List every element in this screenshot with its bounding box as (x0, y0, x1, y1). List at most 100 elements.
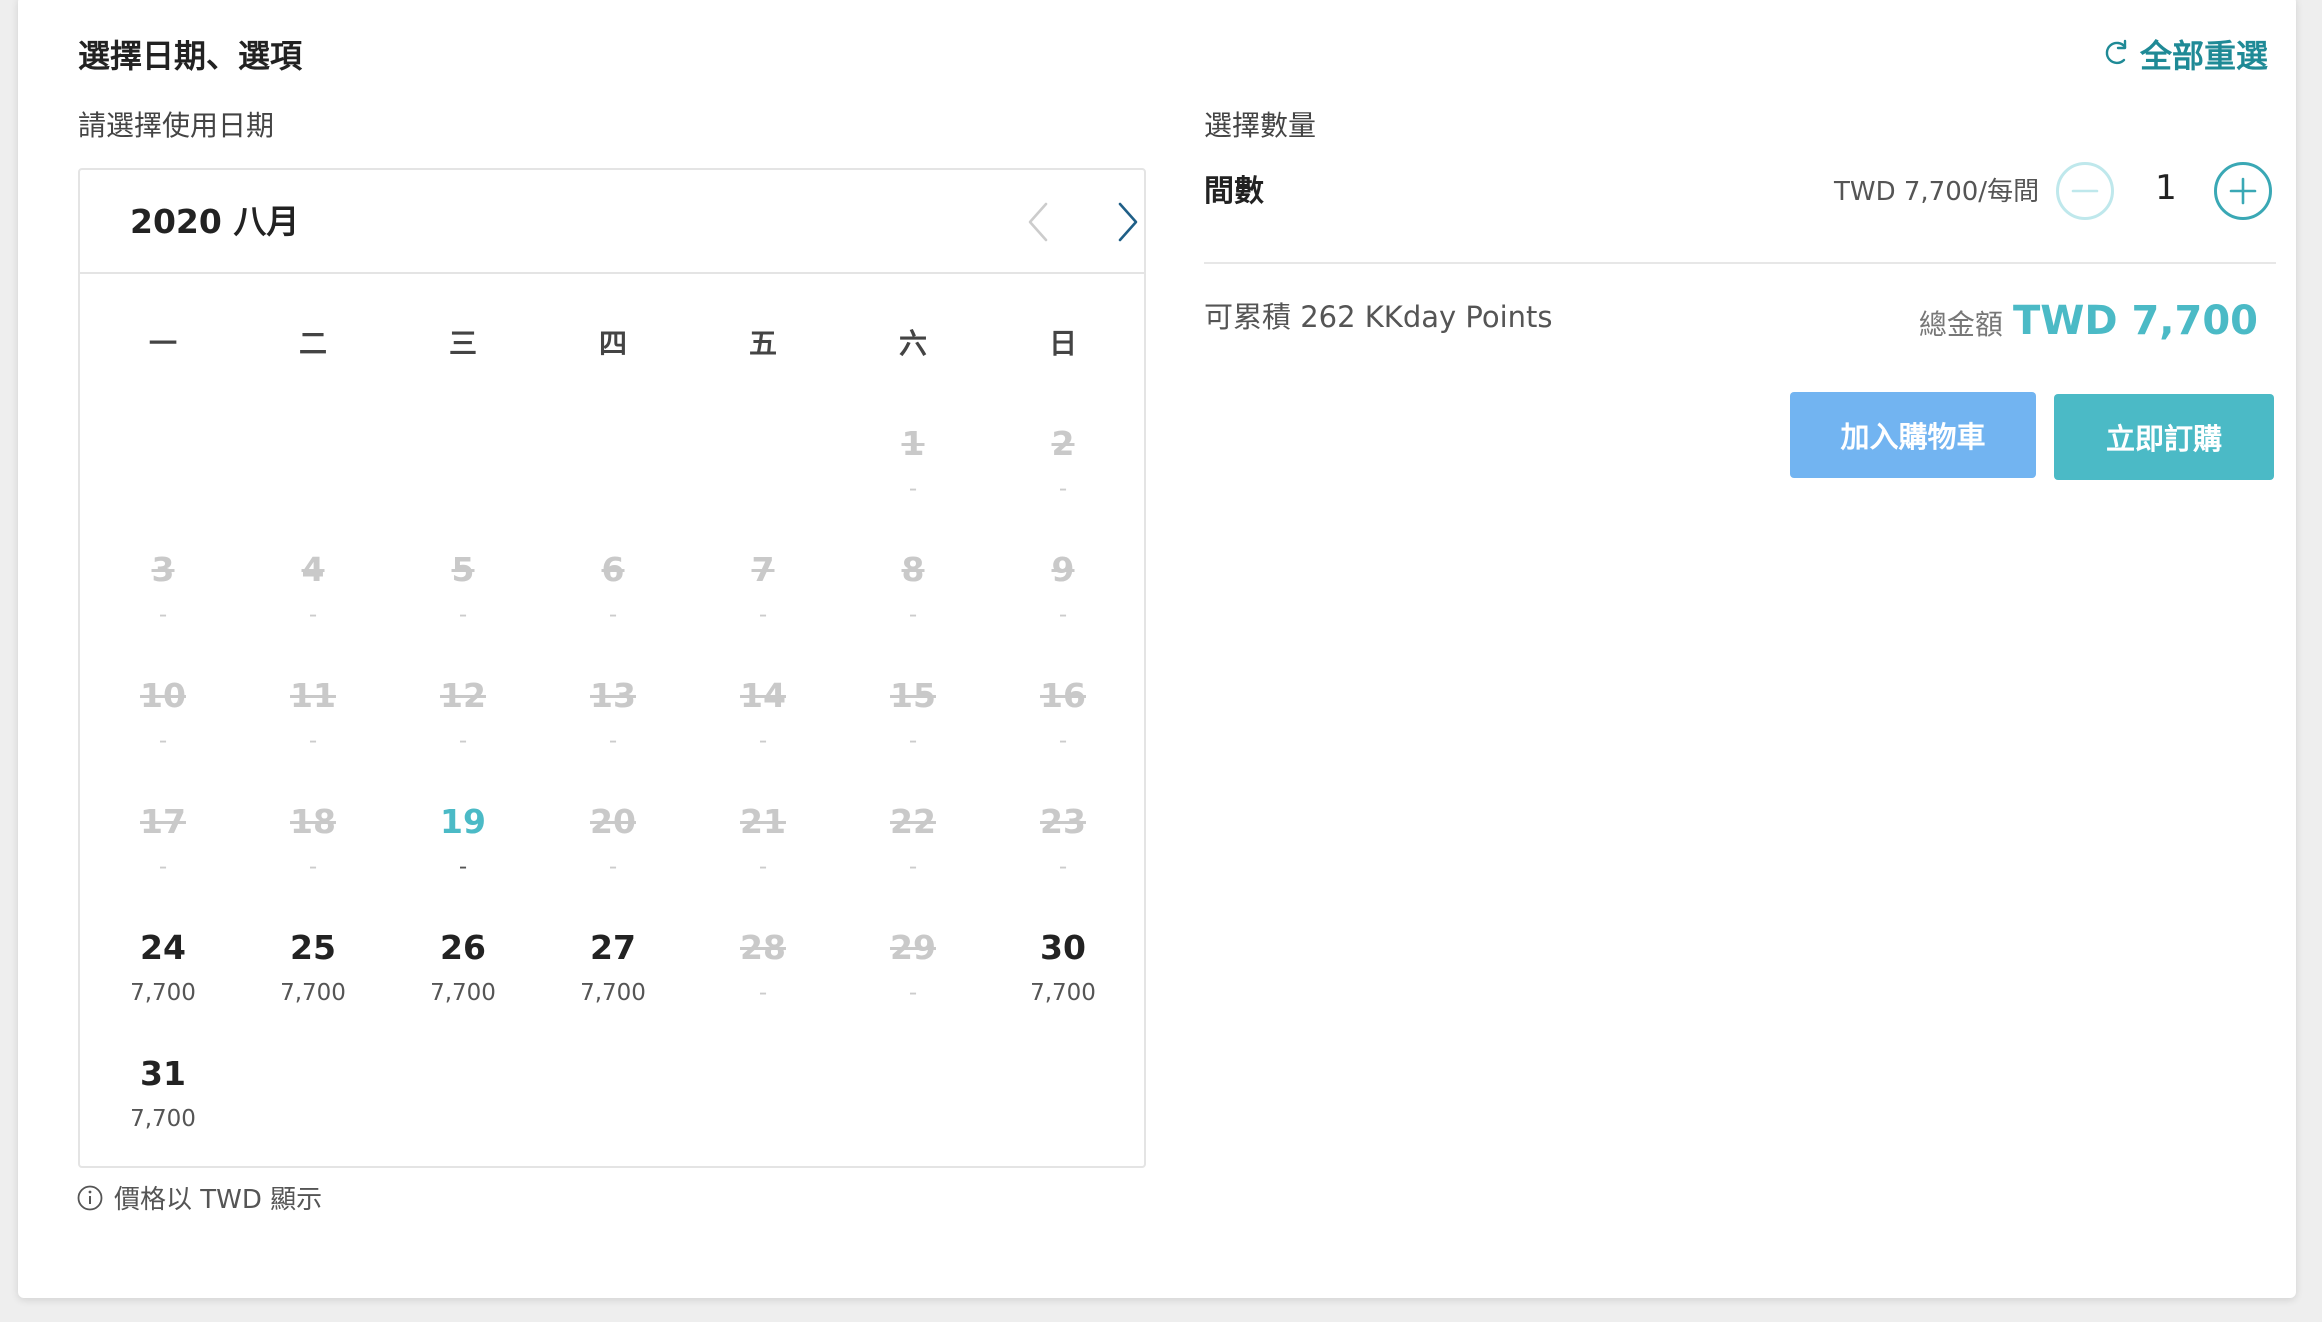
day-price: - (758, 602, 768, 628)
calendar-day-14: 14 - (688, 656, 838, 782)
day-price: - (608, 602, 618, 628)
calendar-day-30[interactable]: 30 7,700 (988, 908, 1138, 1034)
day-number: 9 (1051, 550, 1075, 589)
weekday-label: 六 (898, 327, 927, 360)
day-price: - (458, 728, 468, 754)
add-to-cart-button[interactable]: 加入購物車 (1790, 392, 2036, 478)
day-price: - (1058, 854, 1068, 880)
day-price: - (758, 854, 768, 880)
day-number: 2 (1051, 424, 1075, 463)
currency-note: 價格以 TWD 顯示 (76, 1182, 322, 1218)
book-now-button[interactable]: 立即訂購 (2054, 394, 2274, 480)
calendar-day-7: 7- (688, 530, 838, 656)
day-number: 13 (590, 676, 636, 715)
currency-note-text: 價格以 TWD 顯示 (114, 1185, 323, 1215)
day-number: 11 (290, 676, 336, 715)
day-price: - (908, 728, 918, 754)
day-price: - (608, 854, 618, 880)
day-price: - (308, 602, 318, 628)
calendar-day-15: 15 - (838, 656, 988, 782)
calendar-day-10: 10 - (88, 656, 238, 782)
day-price: - (1058, 602, 1068, 628)
calendar-day-2: 2- (988, 404, 1138, 530)
calendar-month-label: 2020 八月 (130, 202, 300, 241)
rooms-label: 間數 (1204, 174, 1264, 209)
day-number: 8 (901, 550, 925, 589)
calendar-day-31[interactable]: 31 7,700 (88, 1034, 238, 1160)
calendar-day-4: 4- (238, 530, 388, 656)
calendar-day-29: 29 - (838, 908, 988, 1034)
reset-all-label: 全部重選 (2139, 37, 2268, 75)
calendar-day-26[interactable]: 26 7,700 (388, 908, 538, 1034)
plus-circle-icon (2229, 177, 2257, 205)
calendar-day-22: 22 - (838, 782, 988, 908)
calendar: 2020 八月 一二三四五六日 1-2-3-4-5-6-7-8-9-10-11-1… (78, 168, 1146, 1168)
day-number: 20 (590, 802, 636, 841)
day-price: 7,700 (1030, 980, 1096, 1006)
calendar-day-16: 16 - (988, 656, 1138, 782)
day-price: 7,700 (130, 1106, 196, 1132)
date-section-label: 請選擇使用日期 (78, 109, 275, 142)
day-number: 30 (1040, 928, 1086, 967)
day-number: 18 (290, 802, 336, 841)
prev-month-button[interactable] (1010, 194, 1066, 250)
divider (1204, 262, 2276, 264)
day-number: 21 (740, 802, 786, 841)
booking-panel: 選擇日期、選項 全部重選 請選擇使用日期 2020 八月 一二三四五 六 日 1… (18, 0, 2296, 1298)
weekday-label: 二 (298, 327, 327, 360)
next-month-button[interactable] (1100, 194, 1156, 250)
day-number: 10 (140, 676, 186, 715)
quantity-section-label: 選擇數量 (1204, 109, 1317, 142)
calendar-grid: 一二三四五六日 1-2-3-4-5-6-7-8-9-10-11-12-13-14-… (88, 280, 1138, 1160)
day-price: 7,700 (430, 980, 496, 1006)
calendar-day-11: 11 - (238, 656, 388, 782)
calendar-empty-cell (688, 404, 838, 530)
day-number: 3 (151, 550, 175, 589)
day-number: 31 (140, 1054, 186, 1093)
increase-quantity-button[interactable] (2214, 162, 2272, 220)
quantity-value: 1 (2155, 168, 2177, 208)
day-number: 7 (751, 550, 775, 589)
calendar-empty-cell (238, 404, 388, 530)
calendar-header: 2020 八月 (80, 170, 1144, 274)
day-price: 7,700 (580, 980, 646, 1006)
day-number: 5 (451, 550, 475, 589)
calendar-day-20: 20 - (538, 782, 688, 908)
day-price: - (158, 854, 168, 880)
day-price: - (158, 728, 168, 754)
chevron-left-icon (1028, 202, 1048, 242)
day-number: 19 (440, 802, 486, 841)
day-price: - (908, 980, 918, 1006)
day-number: 27 (590, 928, 636, 967)
total-label: 總金額 (1918, 308, 2003, 341)
day-number: 22 (890, 802, 936, 841)
calendar-empty-cell (538, 404, 688, 530)
day-price: - (908, 854, 918, 880)
calendar-day-3: 3- (88, 530, 238, 656)
day-number: 1 (901, 424, 925, 463)
day-price: - (908, 476, 918, 502)
weekday-label: 四 (598, 327, 627, 360)
unit-price: TWD 7,700/每間 (1834, 177, 2040, 207)
calendar-day-17: 17 - (88, 782, 238, 908)
day-price: - (758, 980, 768, 1006)
decrease-quantity-button[interactable] (2056, 162, 2114, 220)
section-title: 選擇日期、選項 (78, 37, 303, 75)
day-price: - (908, 602, 918, 628)
calendar-day-21: 21 - (688, 782, 838, 908)
weekday-label: 三 (448, 327, 477, 360)
day-price: - (758, 728, 768, 754)
calendar-day-8: 8- (838, 530, 988, 656)
day-number: 26 (440, 928, 486, 967)
weekday-label: 一 (148, 327, 177, 360)
reset-all-button[interactable]: 全部重選 (2102, 34, 2268, 78)
calendar-day-9: 9- (988, 530, 1138, 656)
calendar-day-24[interactable]: 24 7,700 (88, 908, 238, 1034)
day-number: 12 (440, 676, 486, 715)
day-price: 7,700 (280, 980, 346, 1006)
day-number: 29 (890, 928, 936, 967)
day-number: 4 (301, 550, 325, 589)
calendar-day-27[interactable]: 27 7,700 (538, 908, 688, 1034)
calendar-day-25[interactable]: 25 7,700 (238, 908, 388, 1034)
day-number: 24 (140, 928, 186, 967)
